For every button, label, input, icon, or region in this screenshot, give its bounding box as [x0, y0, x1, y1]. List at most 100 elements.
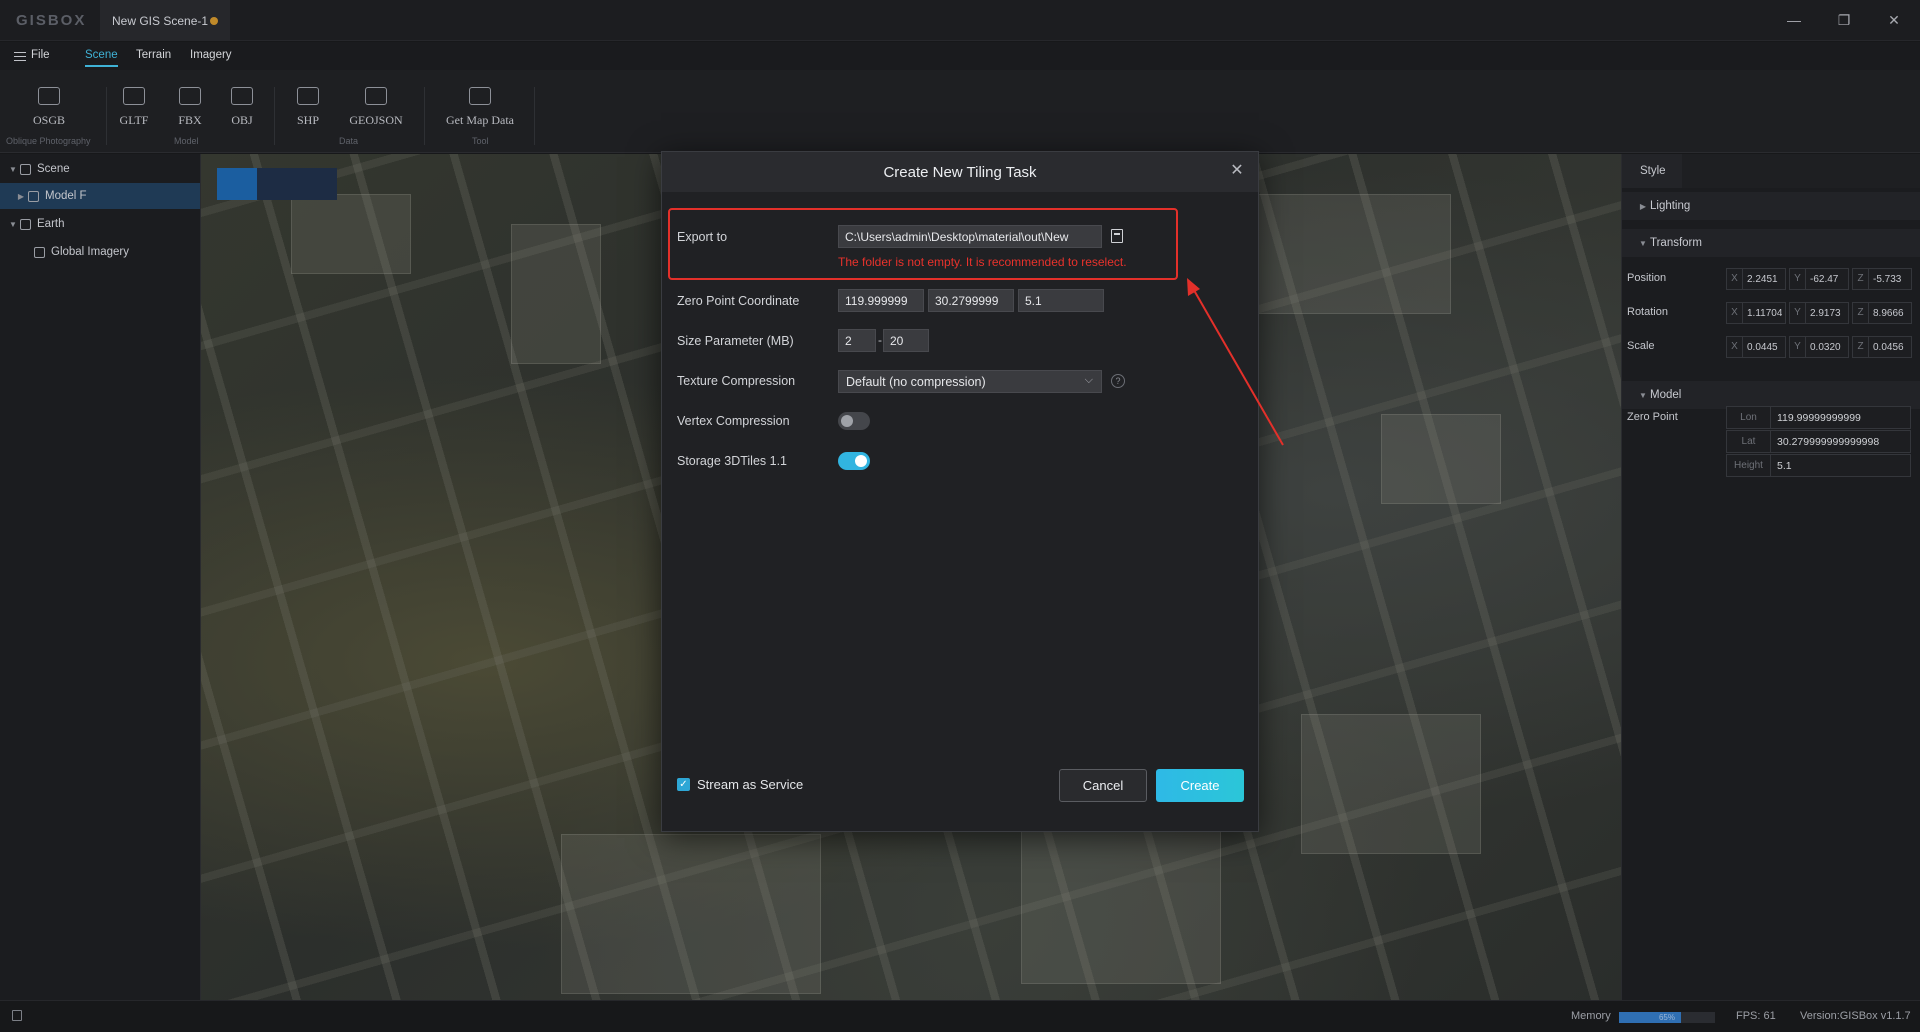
tab-terrain[interactable]: Terrain [136, 49, 171, 61]
tree-item-scene[interactable]: ▼ Scene [0, 156, 200, 182]
title-bar: GISBOX New GIS Scene-1 — ❐ ✕ [0, 0, 1920, 41]
ribbon-separator [106, 87, 107, 145]
minimize-button[interactable]: — [1784, 10, 1804, 30]
tree-item-earth-label: Earth [37, 218, 65, 230]
osgb-icon [38, 87, 60, 105]
zero-lon-input[interactable]: 119.999999 [838, 289, 924, 312]
texture-compression-select[interactable]: Default (no compression) ⌵ [838, 370, 1102, 393]
size-min-input[interactable]: 2 [838, 329, 876, 352]
fbx-icon [179, 87, 201, 105]
memory-bar: 65% [1619, 1012, 1715, 1023]
obj-button[interactable]: OBJ [224, 87, 260, 128]
help-icon[interactable]: ? [1111, 374, 1125, 388]
chevron-down-icon[interactable]: ▼ [6, 165, 20, 174]
tree-item-model[interactable]: ▶ Model F [0, 183, 200, 209]
section-lighting[interactable]: ▶ Lighting [1622, 192, 1920, 220]
lon-key: Lon [1727, 407, 1771, 428]
texture-compression-label: Texture Compression [677, 374, 796, 388]
stream-as-service-label[interactable]: Stream as Service [697, 777, 803, 792]
height-field[interactable]: Height 5.1 [1726, 454, 1911, 477]
version-label: Version:GISBox v1.1.7 [1800, 1010, 1911, 1022]
rotation-y-value: 2.9173 [1810, 307, 1841, 319]
map-building [1381, 414, 1501, 504]
folder-icon[interactable] [1111, 229, 1123, 243]
rotation-label: Rotation [1627, 306, 1668, 318]
menu-file[interactable]: File [31, 49, 50, 61]
gltf-label: GLTF [119, 113, 149, 127]
height-key: Height [1727, 455, 1771, 476]
scale-z-value: 0.0456 [1873, 341, 1904, 353]
group-label-data: Data [339, 136, 359, 146]
position-x-value: 2.2451 [1747, 273, 1778, 285]
lat-field[interactable]: Lat 30.279999999999998 [1726, 430, 1911, 453]
position-z-value: -5.733 [1873, 273, 1902, 285]
export-path-input[interactable]: C:\Users\admin\Desktop\material\out\New [838, 225, 1102, 248]
restore-button[interactable]: ❐ [1834, 10, 1854, 30]
fbx-label: FBX [178, 113, 202, 127]
cancel-button[interactable]: Cancel [1059, 769, 1147, 802]
size-max-input[interactable]: 20 [883, 329, 929, 352]
gltf-icon [123, 87, 145, 105]
chevron-down-icon: ▼ [1639, 390, 1647, 400]
fps-readout: FPS: 61 [1736, 1010, 1776, 1022]
menu-bar: File Scene Terrain Imagery [0, 42, 1920, 70]
close-window-button[interactable]: ✕ [1884, 10, 1904, 30]
section-transform[interactable]: ▼ Transform [1622, 229, 1920, 257]
shp-button[interactable]: SHP [290, 87, 326, 128]
section-model[interactable]: ▼ Model [1622, 381, 1920, 409]
tree-item-global-imagery[interactable]: Global Imagery [0, 239, 200, 265]
rotation-x-value: 1.11704 [1747, 307, 1783, 319]
rotation-z-value: 8.9666 [1873, 307, 1904, 319]
zero-height-input[interactable]: 5.1 [1018, 289, 1104, 312]
height-value: 5.1 [1777, 459, 1792, 472]
hamburger-icon[interactable] [14, 52, 26, 61]
chevron-down-icon[interactable]: ▼ [6, 220, 20, 229]
texture-compression-value: Default (no compression) [846, 375, 986, 389]
export-error-message: The folder is not empty. It is recommend… [838, 255, 1127, 269]
position-x-field[interactable]: X 2.2451 [1726, 268, 1786, 290]
scale-x-field[interactable]: X 0.0445 [1726, 336, 1786, 358]
scale-z-field[interactable]: Z 0.0456 [1852, 336, 1912, 358]
map-building [291, 194, 411, 274]
rotation-x-field[interactable]: X 1.11704 [1726, 302, 1786, 324]
tab-scene[interactable]: Scene [85, 49, 118, 67]
osgb-label: OSGB [32, 113, 65, 127]
position-z-field[interactable]: Z -5.733 [1852, 268, 1912, 290]
osgb-button[interactable]: OSGB [28, 87, 70, 128]
memory-label: Memory [1571, 1010, 1611, 1022]
toggle-knob [855, 455, 867, 467]
tab-style[interactable]: Style [1622, 154, 1682, 188]
tab-imagery[interactable]: Imagery [190, 49, 232, 61]
document-tab[interactable]: New GIS Scene-1 [100, 0, 230, 41]
lon-field[interactable]: Lon 119.99999999999 [1726, 406, 1911, 429]
log-icon[interactable] [12, 1010, 22, 1021]
ribbon-separator [424, 87, 425, 145]
create-tiling-task-dialog: Create New Tiling Task ✕ Export to C:\Us… [661, 151, 1259, 832]
app-logo: GISBOX [16, 12, 87, 29]
export-to-label: Export to [677, 230, 728, 244]
ribbon-toolbar [0, 70, 1920, 153]
close-icon[interactable]: ✕ [1228, 162, 1246, 180]
axis-label: Y [1790, 303, 1806, 323]
storage-3dtiles-toggle[interactable] [838, 452, 870, 470]
rotation-z-field[interactable]: Z 8.9666 [1852, 302, 1912, 324]
lat-value: 30.279999999999998 [1777, 435, 1880, 448]
geojson-button[interactable]: GEOJSON [346, 87, 406, 128]
scale-y-field[interactable]: Y 0.0320 [1789, 336, 1849, 358]
axis-label: Z [1853, 303, 1869, 323]
rotation-y-field[interactable]: Y 2.9173 [1789, 302, 1849, 324]
tree-item-earth[interactable]: ▼ Earth [0, 211, 200, 237]
map-thumbnail-shadow [257, 168, 337, 200]
position-y-field[interactable]: Y -62.47 [1789, 268, 1849, 290]
fbx-button[interactable]: FBX [172, 87, 208, 128]
axis-label: Z [1853, 337, 1869, 357]
vertex-compression-toggle[interactable] [838, 412, 870, 430]
zero-lat-input[interactable]: 30.2799999 [928, 289, 1014, 312]
chevron-down-icon: ⌵ [1084, 374, 1093, 386]
get-map-data-button[interactable]: Get Map Data [444, 87, 516, 128]
create-button[interactable]: Create [1156, 769, 1244, 802]
scene-tree-panel: ▼ Scene ▶ Model F ▼ Earth Global Imagery [0, 154, 201, 1000]
chevron-right-icon[interactable]: ▶ [14, 192, 28, 201]
stream-as-service-checkbox[interactable]: ✓ [677, 778, 690, 791]
gltf-button[interactable]: GLTF [116, 87, 152, 128]
